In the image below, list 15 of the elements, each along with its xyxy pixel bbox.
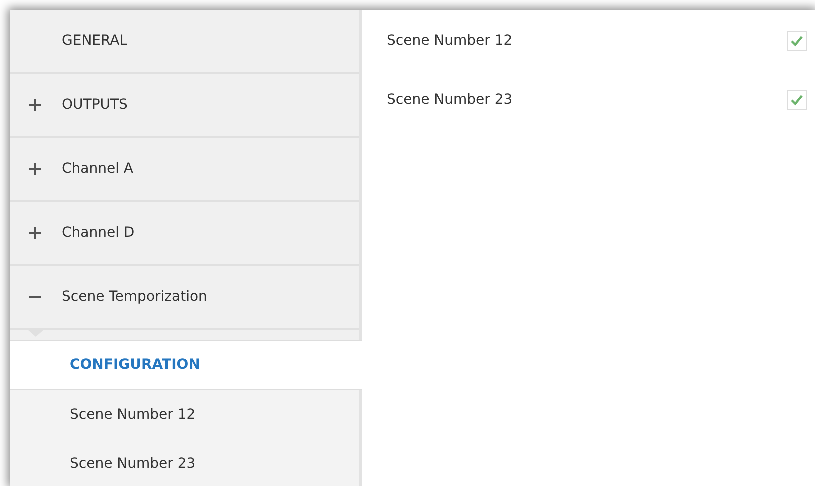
- setting-label: Scene Number 12: [387, 33, 513, 49]
- sidebar-item[interactable]: OUTPUTS: [62, 97, 128, 113]
- checkbox[interactable]: [787, 90, 807, 110]
- sidebar-item[interactable]: GENERAL: [62, 33, 128, 49]
- plus-icon[interactable]: [29, 99, 41, 111]
- plus-icon[interactable]: [29, 163, 41, 175]
- plus-icon[interactable]: [29, 227, 41, 239]
- sidebar-item[interactable]: Scene Temporization: [62, 289, 208, 305]
- sidebar-item[interactable]: Channel D: [62, 225, 135, 241]
- checkmark-icon: [790, 35, 804, 47]
- sidebar-subitem[interactable]: CONFIGURATION: [10, 340, 362, 390]
- setting-label: Scene Number 23: [387, 92, 513, 108]
- checkbox[interactable]: [787, 31, 807, 51]
- sidebar-item[interactable]: Channel A: [62, 161, 134, 177]
- checkmark-icon: [790, 94, 804, 106]
